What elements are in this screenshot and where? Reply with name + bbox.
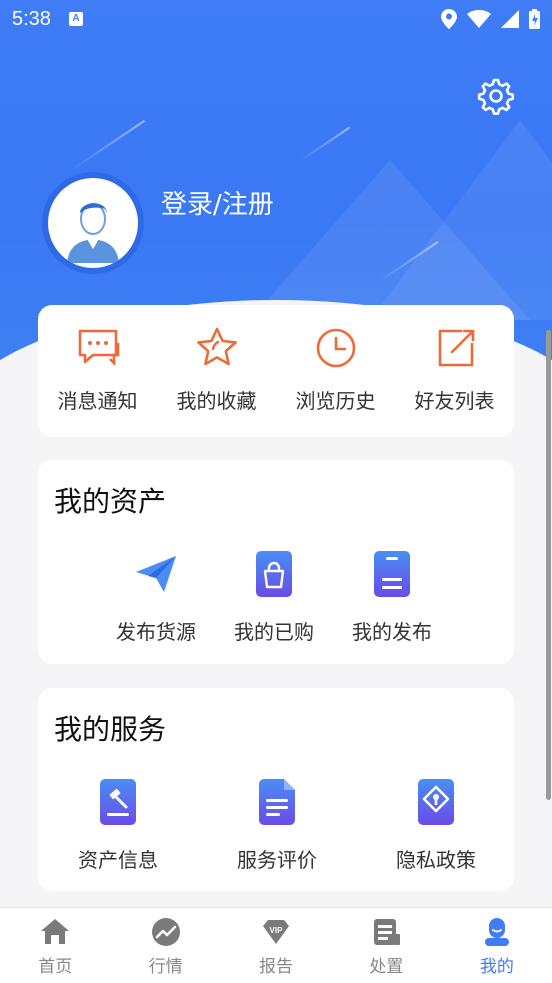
quick-action-messages[interactable]: 消息通知 [38, 305, 157, 437]
notification-icon: A [68, 12, 83, 26]
user-avatar-icon [67, 203, 119, 263]
location-icon [441, 9, 457, 29]
tab-home[interactable]: 首页 [0, 908, 110, 983]
tab-label: 报告 [259, 957, 294, 977]
service-asset-info[interactable]: 资产信息 [59, 778, 177, 873]
tab-report[interactable]: VIP 报告 [221, 908, 331, 983]
gear-icon [477, 78, 515, 115]
bottom-navigation: 首页 行情 VIP 报告 处置 我的 [0, 907, 552, 983]
tab-label: 行情 [148, 957, 183, 977]
service-label: 资产信息 [78, 848, 158, 872]
tab-label: 首页 [38, 957, 73, 977]
message-icon [78, 329, 119, 367]
header-decoration [69, 119, 146, 172]
quick-action-label: 消息通知 [57, 389, 138, 413]
quick-action-label: 我的收藏 [176, 389, 257, 413]
quick-action-friends[interactable]: 好友列表 [395, 305, 514, 437]
settings-button[interactable] [474, 76, 515, 116]
shopping-bag-icon [256, 551, 292, 597]
tab-mine[interactable]: 我的 [442, 908, 552, 983]
tab-disposal[interactable]: 处置 [331, 908, 441, 983]
wifi-icon [467, 10, 491, 28]
quick-actions-card: 消息通知 我的收藏 浏览历史 好友列表 [38, 305, 514, 437]
service-label: 隐私政策 [396, 848, 476, 872]
quick-action-favorites[interactable]: 我的收藏 [157, 305, 276, 437]
my-assets-card: 我的资产 发布货源 我的已购 我的发布 [38, 460, 514, 664]
login-register-link[interactable]: 登录/注册 [161, 184, 274, 221]
header-decoration [250, 160, 530, 320]
quick-action-history[interactable]: 浏览历史 [276, 305, 395, 437]
paper-plane-icon [136, 556, 176, 592]
home-icon [41, 919, 70, 944]
battery-icon [529, 9, 540, 29]
list-icon [374, 919, 401, 945]
user-icon [484, 918, 509, 946]
privacy-icon [418, 779, 454, 825]
section-title: 我的服务 [54, 713, 167, 746]
file-text-icon [259, 779, 295, 825]
tab-label: 处置 [369, 957, 404, 977]
tab-market[interactable]: 行情 [110, 908, 220, 983]
quick-action-label: 好友列表 [414, 389, 495, 413]
asset-label: 我的已购 [234, 620, 314, 644]
tab-label: 我的 [479, 957, 514, 977]
my-services-card: 我的服务 资产信息 服务评价 隐私政策 [38, 688, 514, 891]
signal-icon [501, 10, 519, 28]
quick-action-label: 浏览历史 [295, 389, 376, 413]
avatar[interactable] [42, 172, 144, 274]
status-time: 5:38 [12, 7, 51, 30]
asset-purchased[interactable]: 我的已购 [215, 550, 333, 645]
svg-text:VIP: VIP [270, 926, 284, 935]
trend-icon [151, 918, 180, 946]
gavel-icon [100, 779, 136, 825]
asset-label: 发布货源 [116, 620, 196, 644]
share-icon [438, 329, 474, 367]
star-icon [196, 327, 237, 366]
vip-icon: VIP [263, 920, 290, 944]
scrollbar[interactable] [546, 330, 551, 800]
asset-publish-supply[interactable]: 发布货源 [97, 550, 215, 645]
asset-label: 我的发布 [352, 620, 432, 644]
document-icon [374, 551, 410, 597]
status-bar: 5:38 A [0, 0, 552, 38]
clock-icon [316, 328, 355, 368]
service-privacy-policy[interactable]: 隐私政策 [377, 778, 495, 873]
header-decoration [299, 126, 351, 162]
asset-my-posts[interactable]: 我的发布 [333, 550, 451, 645]
service-label: 服务评价 [237, 848, 317, 872]
section-title: 我的资产 [54, 485, 167, 518]
service-review[interactable]: 服务评价 [218, 778, 336, 873]
